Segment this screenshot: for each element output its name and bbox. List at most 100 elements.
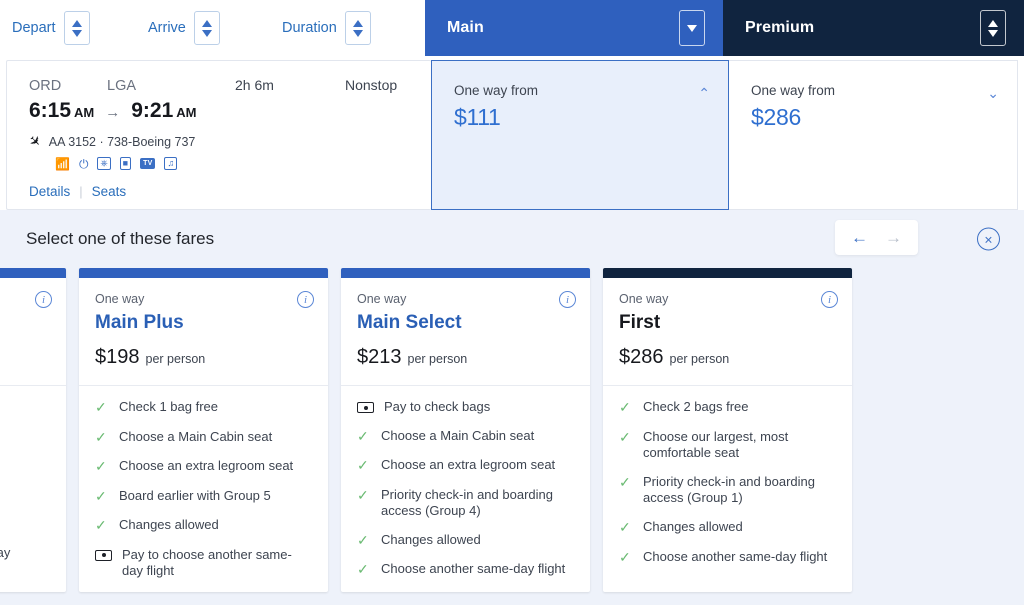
fare-card[interactable]: i One way Main Plus $198 per person ✓ Check 1 …	[79, 268, 328, 592]
info-icon[interactable]: i	[821, 291, 838, 308]
fare-card-per-person: per person	[407, 352, 468, 366]
fare-feature-text: Priority check-in and boarding access (G…	[381, 486, 553, 519]
fare-card-feature-list: ✓ Check 1 bag free ✓ Choose a Main Cabin se…	[79, 386, 328, 592]
prev-fare-arrow[interactable]: ←	[851, 229, 868, 246]
fare-feature-text: Choose another same-day flight	[381, 561, 566, 577]
usb-icon: ⎈	[97, 157, 111, 170]
chevron-down-icon[interactable]: ⌄	[987, 85, 999, 102]
tab-premium-label: Premium	[745, 19, 815, 36]
check-icon: ✓	[95, 428, 107, 445]
fare-feature-item: check bags	[0, 399, 50, 416]
info-icon[interactable]: i	[297, 291, 314, 308]
check-icon: ✓	[357, 457, 369, 474]
info-icon[interactable]: i	[559, 291, 576, 308]
next-fare-arrow[interactable]: →	[885, 229, 902, 246]
fare-feature-item: ✓ Choose another same-day flight	[357, 561, 574, 579]
check-icon: ✓	[95, 487, 107, 504]
sort-depart[interactable]: Depart	[8, 11, 148, 45]
fare-feature-text: Choose another same-day flight	[643, 548, 828, 564]
fare-feature-text: Choose an extra legroom seat	[381, 457, 556, 473]
fare-card-accent-bar	[0, 268, 66, 278]
fare-panel-header: Select one of these fares ← → ×	[0, 210, 1024, 268]
fare-feature-item: Pay to choose another same-day flight	[95, 547, 312, 580]
fare-feature-item: ✓ Choose another same-day flight	[619, 549, 836, 567]
caret-down-icon	[687, 24, 697, 32]
flight-times: 6:15 AM → 9:21 AM	[29, 99, 431, 123]
price-column-main[interactable]: One way from $111 ⌃	[431, 60, 729, 210]
fare-feature-item: ✓ Priority check-in and boarding access (…	[619, 474, 836, 507]
caret-down-icon	[352, 29, 363, 37]
sort-depart-label: Depart	[12, 20, 56, 36]
flight-duration: 2h 6m	[235, 77, 274, 93]
sort-depart-stepper[interactable]	[63, 11, 90, 45]
power-outlet-icon: ⏻	[78, 156, 89, 171]
tab-premium[interactable]: Premium	[723, 0, 1024, 56]
fare-feature-item: choose another same-day	[0, 545, 50, 562]
depart-ampm: AM	[74, 105, 95, 120]
price-main-amount: $111	[454, 104, 501, 130]
fare-feature-text: Choose a Main Cabin seat	[119, 428, 273, 444]
info-icon[interactable]: i	[35, 291, 52, 308]
fare-card-price: $213	[357, 346, 402, 368]
caret-down-icon	[988, 29, 998, 37]
check-icon: ✓	[619, 519, 631, 535]
depart-time: 6:15	[29, 99, 72, 122]
fare-card-oneway-label: One way	[95, 292, 145, 306]
chevron-up-icon[interactable]: ⌃	[698, 85, 710, 102]
sort-duration-label: Duration	[282, 20, 337, 36]
tab-main-sort-stepper[interactable]	[679, 10, 705, 46]
sort-arrive-stepper[interactable]	[193, 11, 220, 45]
check-icon: ✓	[95, 517, 107, 533]
sort-duration[interactable]: Duration	[282, 11, 422, 45]
fare-card-price-line: $person	[0, 346, 50, 369]
fare-feature-text: choose another same-day	[0, 544, 11, 560]
price-column-premium[interactable]: One way from $286 ⌄	[729, 60, 1018, 210]
check-icon: ✓	[619, 399, 631, 415]
sort-duration-stepper[interactable]	[344, 11, 371, 45]
fare-feature-text: Changes allowed	[643, 519, 743, 534]
fare-card-per-person: per person	[145, 352, 206, 366]
fare-card-header: i One way Main Select $213 per person	[341, 278, 590, 386]
fare-feature-item: ✓ Changes allowed	[357, 532, 574, 550]
fare-feature-item: ✓ Check 2 bags free	[619, 399, 836, 417]
fare-card-oneway-label: One way	[619, 292, 669, 306]
caret-up-icon	[988, 19, 998, 27]
tab-main[interactable]: Main	[425, 0, 723, 56]
tab-main-label: Main	[447, 19, 484, 36]
flight-number: AA 3152 · 738-Boeing 737	[48, 134, 196, 149]
fare-card[interactable]: i One way First $286 per person ✓ Check 2 bags…	[603, 268, 852, 592]
fare-card-per-person: per person	[669, 352, 730, 366]
check-icon: ✓	[619, 548, 631, 565]
details-link[interactable]: Details	[29, 184, 70, 199]
fare-card[interactable]: i One way Main Select $213 per person Pay to …	[341, 268, 590, 592]
close-icon[interactable]: ×	[977, 227, 1000, 251]
check-icon: ✓	[357, 486, 369, 503]
fare-feature-text: Changes allowed	[381, 531, 481, 547]
fare-card-header: i One way Main Plus $198 per person	[79, 278, 328, 386]
caret-down-icon	[201, 29, 212, 37]
sort-arrive[interactable]: Arrive	[148, 11, 282, 45]
seats-link[interactable]: Seats	[92, 184, 127, 199]
sort-and-cabin-tabs: Depart Arrive Duration Main Premium	[0, 0, 1024, 56]
fare-feature-text: Priority check-in and boarding access (G…	[643, 473, 815, 506]
amenities-list: 📶 ⏻ ⎈ ■ TV ♫	[55, 157, 431, 170]
fare-card-name: Main	[0, 312, 50, 334]
fare-feature-item: ✓ Choose an extra legroom seat	[95, 458, 312, 476]
fare-feature-item: ✓ Changes allowed	[95, 517, 312, 535]
price-premium-amount: $286	[751, 104, 801, 130]
caret-down-icon	[71, 29, 82, 37]
price-premium-label: One way from	[751, 83, 836, 98]
fare-card-price-line: $213 per person	[357, 346, 574, 369]
flight-stops: Nonstop	[345, 77, 398, 93]
fare-feature-text: Pay to choose another same-day flight	[122, 546, 292, 579]
tv-icon: TV	[140, 158, 156, 169]
wifi-icon: 📶	[55, 156, 70, 171]
flight-links: Details | Seats	[29, 184, 431, 199]
fare-card-header: iOne wayMain$person	[0, 278, 66, 386]
fare-panel-title: Select one of these fares	[26, 229, 215, 248]
check-icon: ✓	[619, 473, 631, 490]
check-icon: ✓	[357, 531, 369, 548]
fare-card[interactable]: iOne wayMain$personcheck bags✓e a Main C…	[0, 268, 66, 592]
fare-feature-text: Choose our largest, most comfortable sea…	[643, 428, 789, 461]
tab-premium-sort-stepper[interactable]	[980, 10, 1006, 46]
